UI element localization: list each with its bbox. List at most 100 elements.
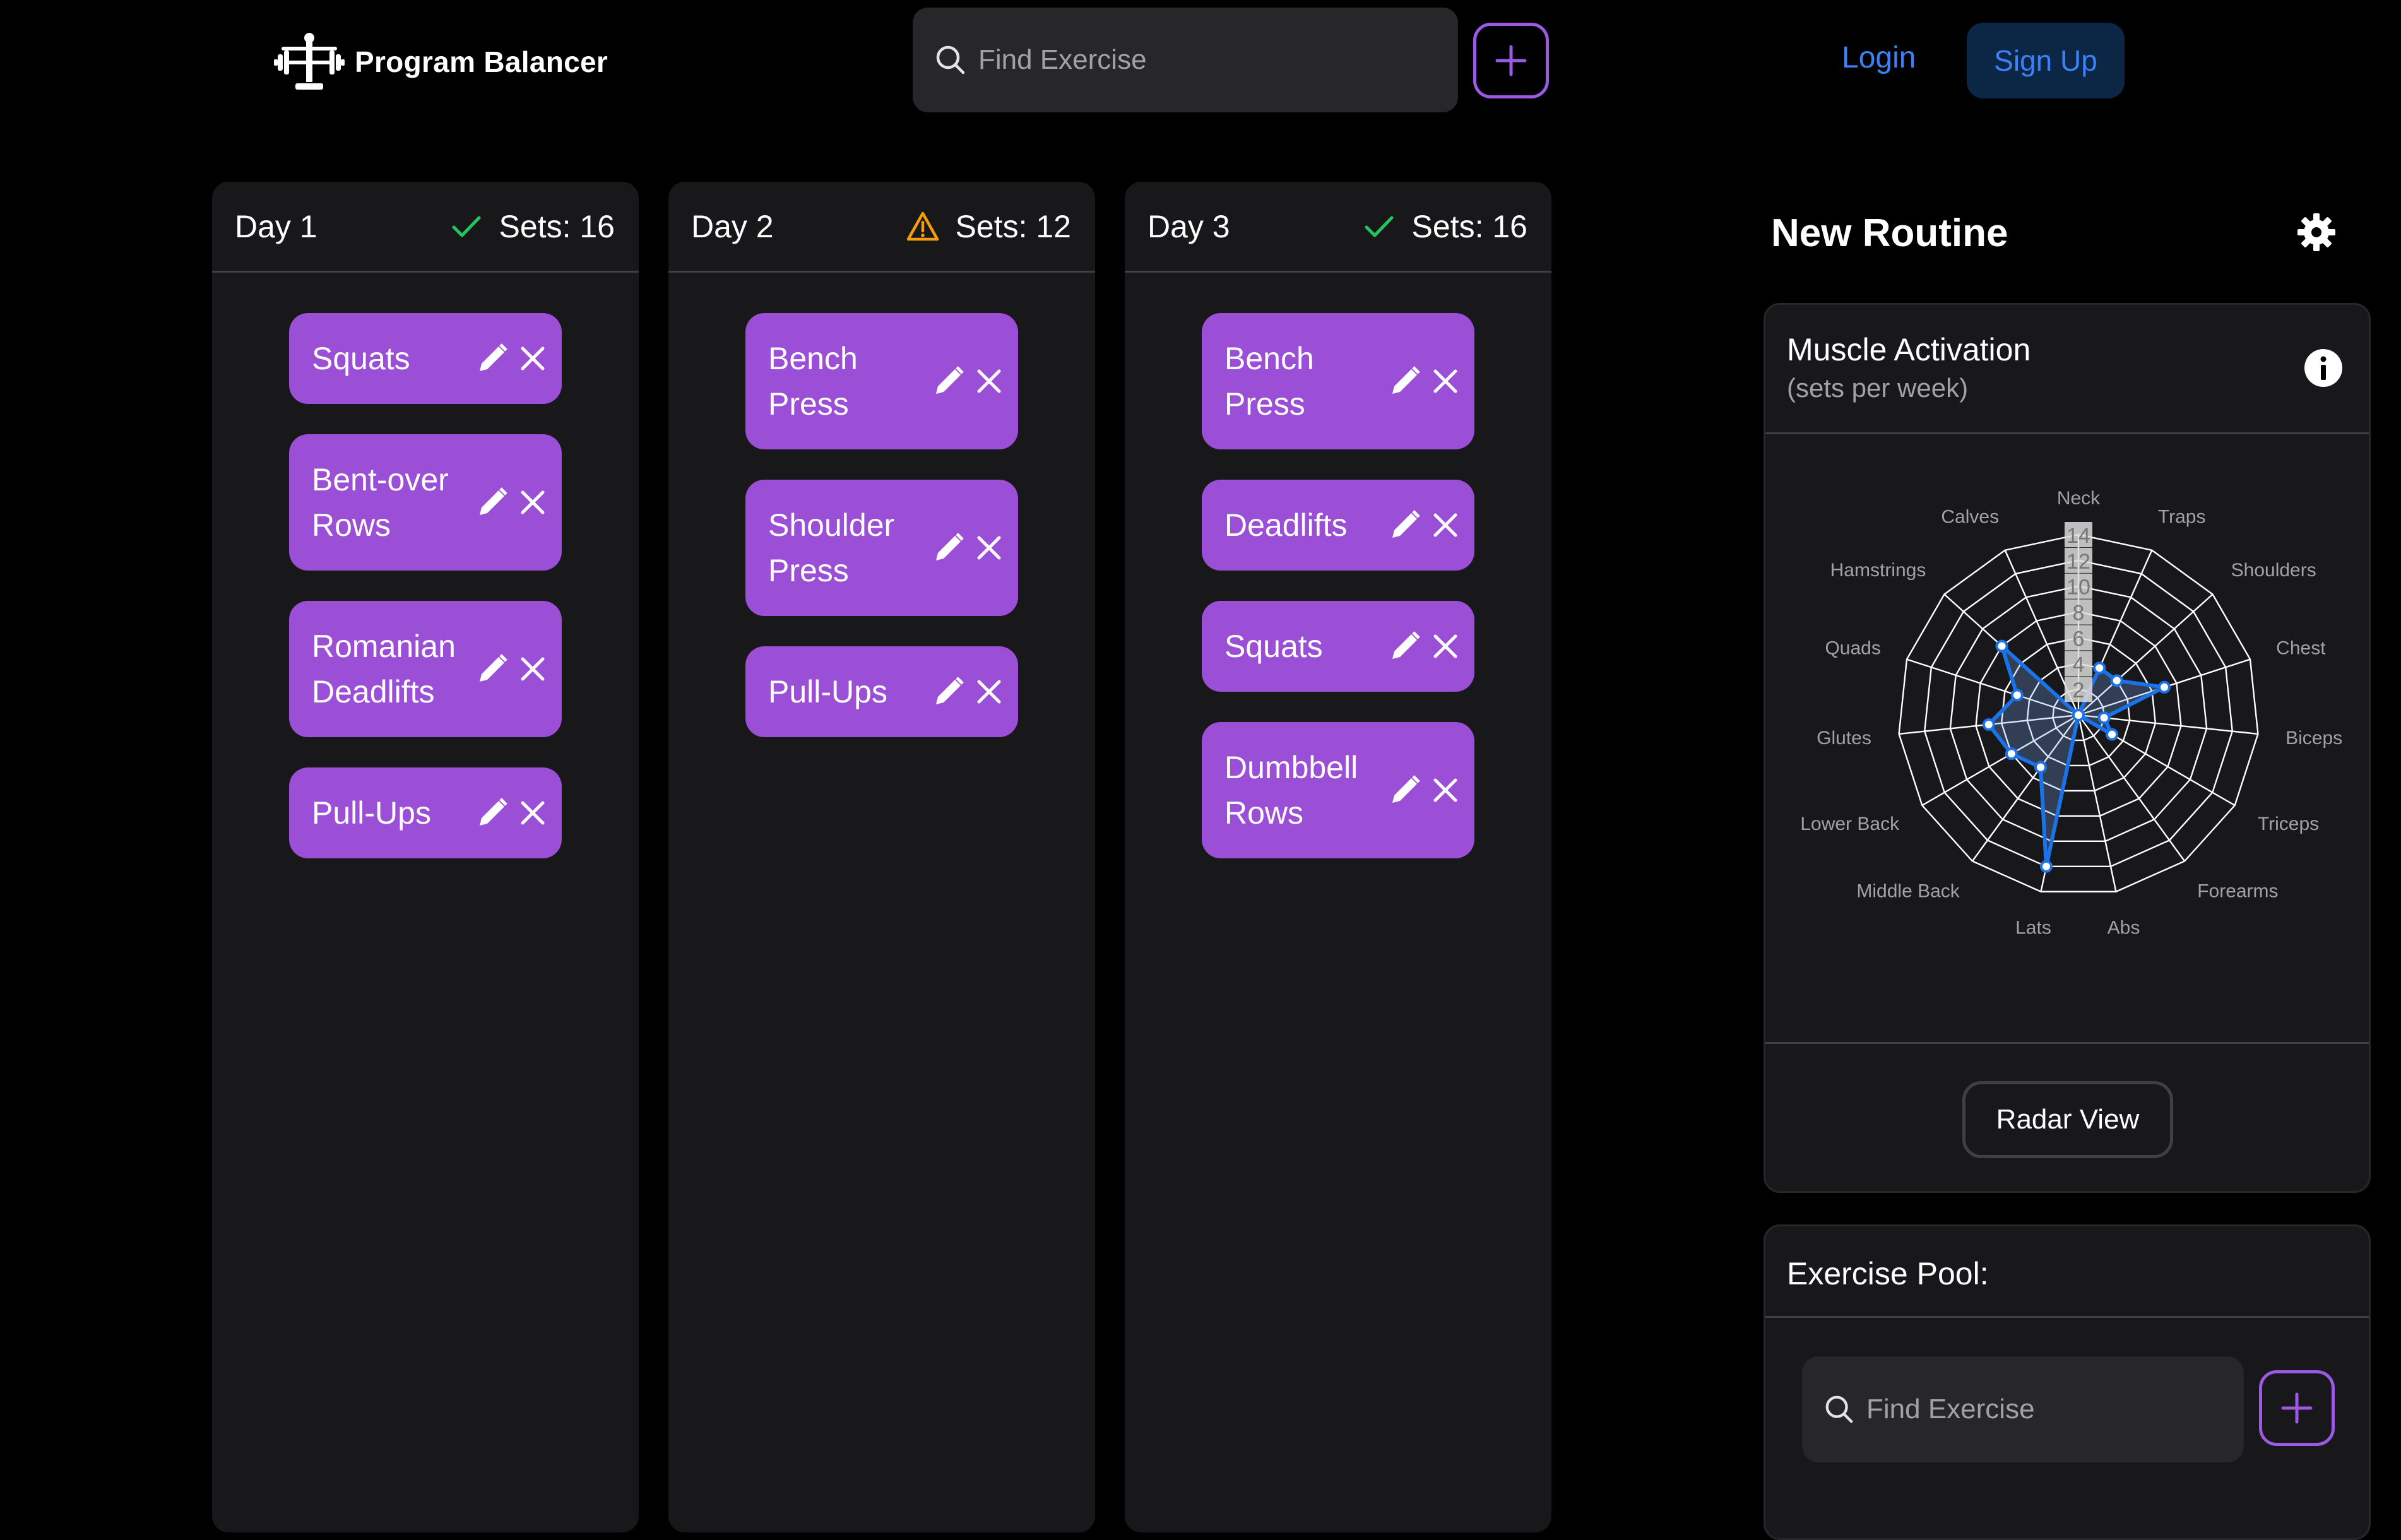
radar-data-point <box>2010 689 2024 702</box>
muscle-activation-card: Muscle Activation (sets per week) 2 4 6 8 10… <box>1764 303 2371 1193</box>
exercise-card[interactable]: Bench Press <box>1202 313 1474 449</box>
radar-category-label: Lats <box>2015 917 2051 938</box>
search-icon <box>936 45 965 74</box>
radar-category-label: Biceps <box>2285 728 2342 749</box>
exercise-name: Deadlifts <box>1224 507 1348 543</box>
day-header: Day 1 Sets: 16 <box>212 182 639 273</box>
exercise-card[interactable]: Squats <box>1202 601 1474 692</box>
login-link[interactable]: Login <box>1842 40 1916 75</box>
day-label: Day 1 <box>235 208 317 244</box>
radar-tick-label: 2 <box>2073 678 2085 702</box>
close-icon[interactable] <box>518 487 548 518</box>
add-pool-exercise-button[interactable] <box>2259 1370 2335 1446</box>
edit-icon[interactable] <box>476 342 509 375</box>
edit-icon[interactable] <box>1389 365 1421 398</box>
close-icon[interactable] <box>1430 366 1461 396</box>
close-icon[interactable] <box>1430 631 1461 661</box>
radar-data-point <box>2040 860 2053 873</box>
radar-data-point <box>1995 639 2008 653</box>
exercise-name: Bench Press <box>1224 341 1314 422</box>
sets-count: Sets: 16 <box>1411 208 1527 244</box>
radar-category-label: Triceps <box>2258 814 2319 834</box>
exercise-name: Shoulder Press <box>768 507 895 588</box>
radar-view-button[interactable]: Radar View <box>1962 1081 2173 1158</box>
exercise-card[interactable]: Bent-over Rows <box>289 434 562 571</box>
check-icon <box>452 216 481 237</box>
exercise-name: Pull-Ups <box>768 674 887 709</box>
muscle-activation-subtitle: (sets per week) <box>1787 373 1969 403</box>
radar-category-label: Glutes <box>1817 728 1871 749</box>
radar-data-point <box>2034 761 2047 774</box>
edit-icon[interactable] <box>1389 774 1421 807</box>
radar-tick-label: 6 <box>2073 627 2085 651</box>
radar-data-point <box>2106 728 2119 741</box>
close-icon[interactable] <box>974 677 1004 707</box>
close-icon[interactable] <box>518 343 548 374</box>
divider <box>1765 1042 2369 1044</box>
search-icon <box>1825 1395 1853 1423</box>
radar-tick-label: 14 <box>2066 524 2090 548</box>
edit-icon[interactable] <box>932 365 965 398</box>
close-icon[interactable] <box>974 366 1004 396</box>
edit-icon[interactable] <box>476 653 509 685</box>
exercise-card[interactable]: Pull-Ups <box>745 646 1018 737</box>
exercise-card[interactable]: Romanian Deadlifts <box>289 601 562 737</box>
radar-data-point <box>2072 709 2085 721</box>
radar-category-label: Traps <box>2158 507 2206 528</box>
exercise-card[interactable]: Dumbbell Rows <box>1202 722 1474 858</box>
radar-category-label: Chest <box>2276 638 2326 659</box>
radar-category-label: Shoulders <box>2231 560 2316 581</box>
divider <box>1765 1316 2369 1318</box>
sets-count: Sets: 16 <box>499 208 615 244</box>
radar-data-point <box>2110 674 2123 687</box>
add-exercise-button[interactable] <box>1473 23 1549 98</box>
plus-icon <box>2281 1392 2313 1424</box>
edit-icon[interactable] <box>476 797 509 829</box>
signup-button[interactable]: Sign Up <box>1967 23 2125 98</box>
day-label: Day 2 <box>691 208 774 244</box>
day-column-2[interactable]: Day 2 Sets: 12 Bench Press Shoulder Pres… <box>668 182 1095 1532</box>
radar-category-label: Neck <box>2057 488 2101 509</box>
edit-icon[interactable] <box>1389 509 1421 542</box>
day-column-1[interactable]: Day 1 Sets: 16 Squats Bent-over Rows Rom… <box>212 182 639 1532</box>
exercise-card[interactable]: Shoulder Press <box>745 480 1018 616</box>
radar-category-label: Middle Back <box>1856 880 1960 901</box>
close-icon[interactable] <box>1430 775 1461 805</box>
exercise-card[interactable]: Bench Press <box>745 313 1018 449</box>
edit-icon[interactable] <box>932 675 965 708</box>
edit-icon[interactable] <box>476 486 509 519</box>
gear-icon[interactable] <box>2296 212 2337 252</box>
exercise-name: Bent-over Rows <box>312 462 449 543</box>
exercise-name: Dumbbell Rows <box>1224 750 1358 831</box>
exercise-card[interactable]: Deadlifts <box>1202 480 1474 571</box>
app-name: Program Balancer <box>355 45 608 78</box>
day-header: Day 3 Sets: 16 <box>1125 182 1551 273</box>
pool-search-input[interactable] <box>1865 1393 2221 1426</box>
exercise-pool-card: Exercise Pool: <box>1764 1224 2371 1540</box>
app-logo[interactable]: Program Balancer <box>274 32 608 92</box>
balance-scale-icon <box>274 33 345 90</box>
day-column-3[interactable]: Day 3 Sets: 16 Bench Press Deadlifts Squ… <box>1125 182 1551 1532</box>
radar-chart: 2468101214 Neck Traps Shoulders Chest Biceps T… <box>1800 488 2342 938</box>
exercise-card[interactable]: Squats <box>289 313 562 404</box>
close-icon[interactable] <box>518 654 548 684</box>
warning-icon <box>906 211 939 240</box>
edit-icon[interactable] <box>1389 630 1421 663</box>
check-icon <box>1365 216 1394 237</box>
exercise-search-bar[interactable] <box>913 8 1458 112</box>
exercise-search-input[interactable] <box>977 44 1434 76</box>
exercise-name: Romanian Deadlifts <box>312 629 456 709</box>
radar-data-point <box>2097 711 2111 725</box>
exercise-card[interactable]: Pull-Ups <box>289 767 562 858</box>
day-label: Day 3 <box>1147 208 1230 244</box>
close-icon[interactable] <box>518 798 548 828</box>
radar-data-point <box>2158 680 2171 694</box>
muscle-activation-title: Muscle Activation <box>1787 332 2031 367</box>
radar-category-label: Abs <box>2108 917 2140 938</box>
info-icon[interactable] <box>2303 348 2344 388</box>
exercise-name: Squats <box>1224 629 1323 664</box>
pool-search-bar[interactable] <box>1802 1356 2244 1462</box>
close-icon[interactable] <box>974 533 1004 563</box>
close-icon[interactable] <box>1430 510 1461 540</box>
edit-icon[interactable] <box>932 531 965 564</box>
